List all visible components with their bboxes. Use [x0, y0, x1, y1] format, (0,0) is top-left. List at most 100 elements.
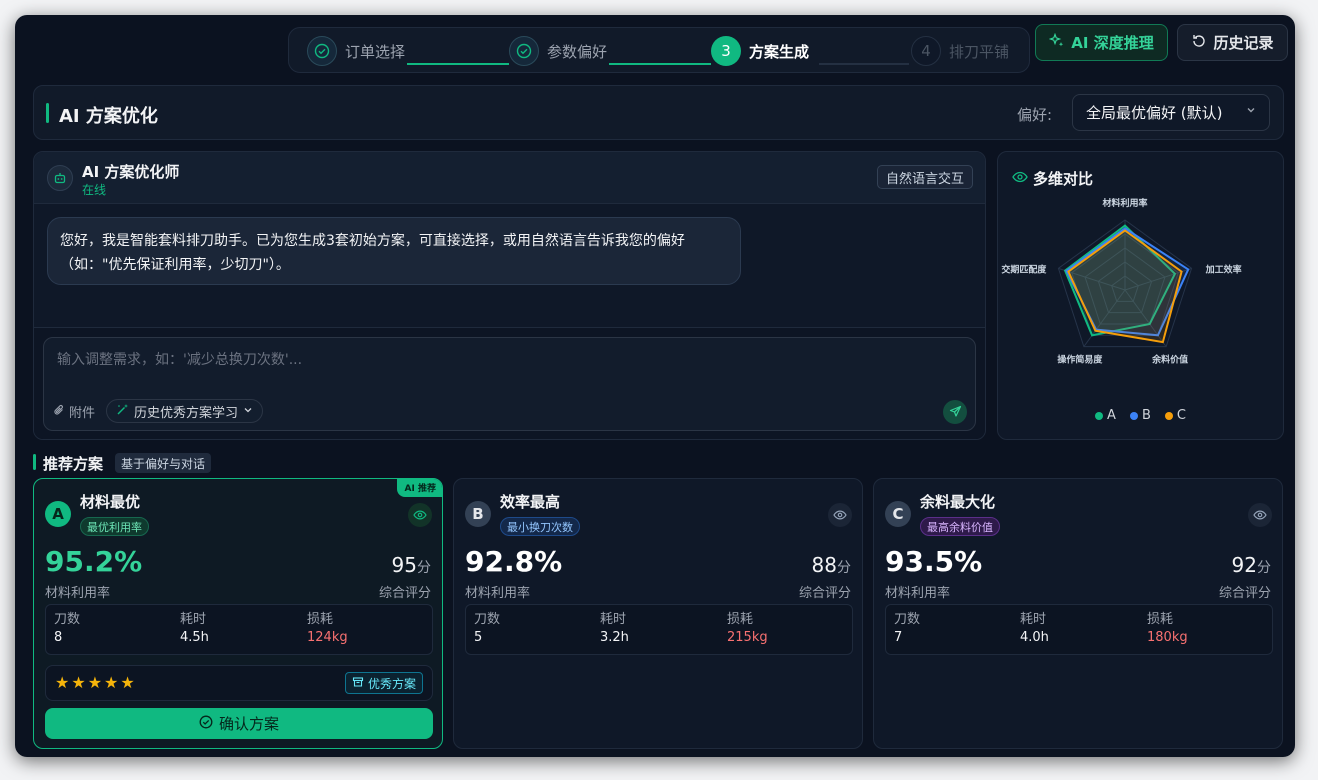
plan-letter: C — [885, 501, 911, 527]
rating-row: ★★★★★ 优秀方案 — [45, 665, 433, 701]
score-unit: 分 — [417, 560, 431, 576]
send-button[interactable] — [943, 400, 967, 424]
legend-item-c[interactable]: C — [1164, 408, 1186, 423]
star-icon: ★ — [120, 673, 137, 692]
chevron-down-icon — [1245, 104, 1257, 119]
check-icon — [509, 36, 539, 66]
time-cost: 3.2h — [600, 630, 629, 645]
history-button[interactable]: 历史记录 — [1177, 24, 1288, 61]
plan-letter: A — [45, 501, 71, 527]
loss-value: 180kg — [1147, 630, 1188, 645]
plan-badge: 最小换刀次数 — [500, 517, 580, 536]
time-cost: 4.0h — [1020, 630, 1049, 645]
step-label: 排刀平铺 — [949, 42, 1010, 61]
loss-value: 215kg — [727, 630, 768, 645]
utilization-label: 材料利用率 — [465, 586, 531, 601]
preview-button[interactable] — [1248, 503, 1272, 527]
score-value: 95 — [391, 553, 417, 577]
app-window: 订单选择 参数偏好 3 方案生成 4 排刀平铺 AI 深度推理 历史记录 AI … — [15, 15, 1295, 757]
step-plan-generate[interactable]: 3 方案生成 — [711, 36, 809, 66]
utilization-rate: 95.2% — [45, 545, 143, 578]
confirm-plan-label: 确认方案 — [218, 715, 279, 733]
step-label: 参数偏好 — [547, 42, 608, 61]
paperclip-icon — [53, 404, 65, 420]
plan-metrics: 刀数 8 耗时 4.5h 损耗 124kg — [45, 604, 433, 655]
score-label: 综合评分 — [378, 586, 431, 601]
legend-dot — [1129, 411, 1138, 420]
robot-icon — [47, 165, 73, 191]
time-label: 耗时 — [600, 612, 627, 627]
plan-letter: B — [465, 501, 491, 527]
bot-name: AI 方案优化师 — [82, 163, 180, 181]
legend-label: A — [1107, 408, 1116, 423]
time-label: 耗时 — [180, 612, 207, 627]
chat-input[interactable]: 输入调整需求，如：'减少总换刀次数'... 附件 历史优秀方案学习 — [43, 337, 976, 431]
preference-value: 全局最优偏好 (默认) — [1086, 104, 1223, 122]
step-param-pref[interactable]: 参数偏好 — [509, 36, 607, 66]
plan-card-c[interactable]: C 余料最大化 最高余料价值 93.5% 材料利用率 92分 综合评分 刀数 7 … — [873, 478, 1283, 749]
send-icon — [949, 403, 962, 422]
legend-label: B — [1141, 408, 1151, 423]
star-rating: ★★★★★ — [55, 673, 137, 692]
magic-wand-icon — [116, 403, 129, 420]
excellent-plan-button[interactable]: 优秀方案 — [344, 672, 423, 694]
ai-chat-panel: AI 方案优化师 在线 自然语言交互 您好，我是智能套料排刀助手。已为您生成3套… — [33, 151, 986, 440]
score-value: 92 — [1231, 553, 1257, 577]
eye-icon — [1253, 506, 1267, 525]
legend-item-a[interactable]: A — [1095, 408, 1116, 423]
ai-recommend-ribbon: AI 推荐 — [396, 479, 442, 497]
star-icon: ★ — [71, 673, 88, 692]
plan-card-b[interactable]: B 效率最高 最小换刀次数 92.8% 材料利用率 88分 综合评分 刀数 5 耗… — [453, 478, 863, 749]
plan-metrics: 刀数 5 耗时 3.2h 损耗 215kg — [465, 604, 853, 655]
optimization-header: AI 方案优化 偏好: 全局最优偏好 (默认) — [33, 85, 1284, 140]
plan-name: 材料最优 — [80, 493, 141, 511]
eye-icon — [833, 506, 847, 525]
utilization-label: 材料利用率 — [45, 586, 111, 601]
plan-badge: 最高余料价值 — [920, 517, 1000, 536]
history-icon — [1191, 33, 1207, 53]
utilization-rate: 93.5% — [885, 545, 983, 578]
legend-dot — [1164, 411, 1173, 420]
preview-button[interactable] — [828, 503, 852, 527]
multi-dim-comparison-panel: 多维对比 材料利用率 加工效率 余料价值 操作简易度 交期匹配度 A B C — [997, 151, 1284, 440]
archive-icon — [352, 676, 364, 691]
plan-card-a[interactable]: AI 推荐 A 材料最优 最优利用率 95.2% 材料利用率 95分 综合评分 … — [33, 478, 443, 749]
preference-select[interactable]: 全局最优偏好 (默认) — [1072, 94, 1270, 131]
step-connector — [407, 63, 509, 65]
ai-deep-reasoning-button[interactable]: AI 深度推理 — [1035, 24, 1168, 61]
eye-icon — [1012, 169, 1028, 188]
check-icon — [307, 36, 337, 66]
recommend-tag: 基于偏好与对话 — [115, 453, 212, 473]
utilization-label: 材料利用率 — [885, 586, 951, 601]
step-number: 3 — [711, 36, 741, 66]
legend-label: C — [1176, 408, 1186, 423]
preview-button[interactable] — [408, 503, 432, 527]
history-label: 历史记录 — [1213, 34, 1274, 52]
step-knife-layout[interactable]: 4 排刀平铺 — [911, 36, 1009, 66]
history-learning-label: 历史优秀方案学习 — [134, 405, 239, 421]
history-learning-dropdown[interactable]: 历史优秀方案学习 — [106, 399, 264, 423]
knife-count: 5 — [474, 630, 483, 645]
confirm-plan-button[interactable]: 确认方案 — [45, 708, 433, 739]
radar-axis-label: 操作简易度 — [1057, 354, 1103, 366]
chevron-down-icon — [243, 404, 253, 419]
composite-score: 88分 — [812, 553, 851, 577]
loss-label: 损耗 — [307, 612, 334, 627]
attach-button[interactable]: 附件 — [53, 402, 95, 421]
score-label: 综合评分 — [798, 586, 851, 601]
loss-label: 损耗 — [1147, 612, 1174, 627]
composite-score: 92分 — [1232, 553, 1271, 577]
attach-label: 附件 — [69, 406, 96, 421]
legend-item-b[interactable]: B — [1129, 408, 1151, 423]
eye-icon — [413, 506, 427, 525]
utilization-rate: 92.8% — [465, 545, 563, 578]
chat-header: AI 方案优化师 在线 自然语言交互 — [34, 152, 985, 204]
chat-input-area: 输入调整需求，如：'减少总换刀次数'... 附件 历史优秀方案学习 — [34, 327, 985, 439]
time-label: 耗时 — [1020, 612, 1047, 627]
assistant-message: 您好，我是智能套料排刀助手。已为您生成3套初始方案，可直接选择，或用自然语言告诉… — [47, 217, 741, 285]
radar-legend: A B C — [998, 408, 1283, 423]
radar-axis-label: 余料价值 — [1151, 354, 1188, 366]
chat-input-placeholder: 输入调整需求，如：'减少总换刀次数'... — [57, 352, 303, 368]
step-order-select[interactable]: 订单选择 — [307, 36, 405, 66]
plan-name: 效率最高 — [500, 493, 561, 511]
